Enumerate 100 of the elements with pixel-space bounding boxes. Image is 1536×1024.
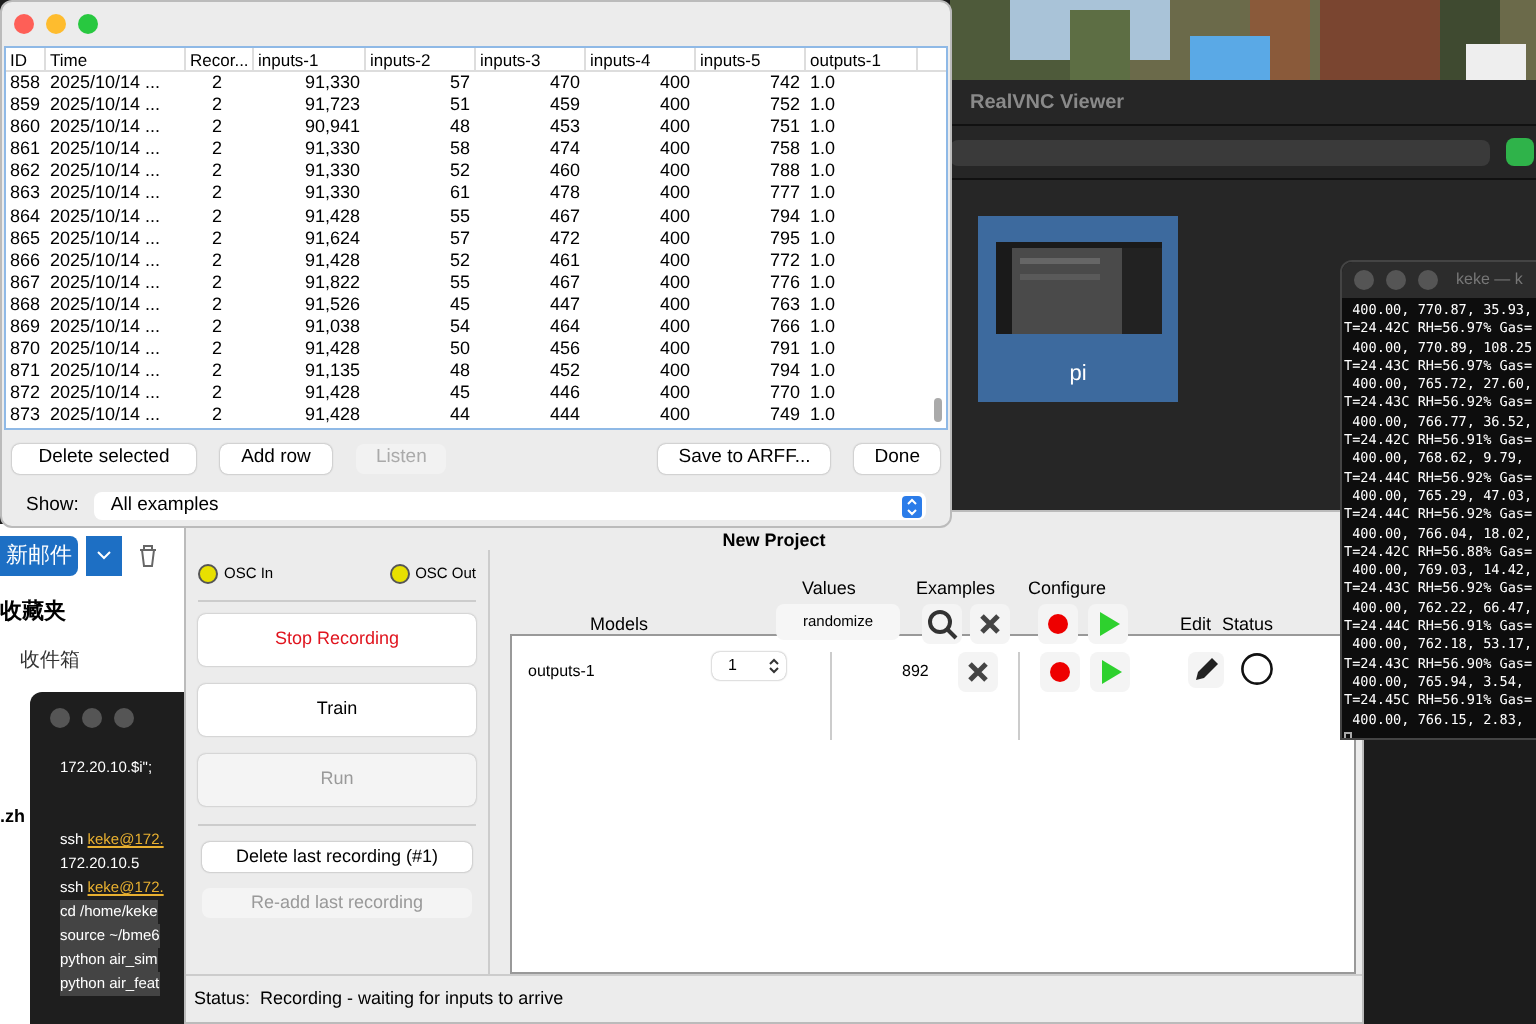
table-cell-text: 1.0 [808, 360, 838, 383]
table-cell-text: 456 [547, 338, 582, 361]
table-cell-text: 2025/10/14 ... [48, 271, 163, 294]
column-heading: Values [802, 576, 856, 602]
table-cell-text: 2025/10/14 ... [48, 382, 163, 405]
table-cell-text: 758 [767, 138, 802, 161]
table-cell-text: 470 [547, 72, 582, 95]
column-header[interactable]: ID [6, 48, 46, 70]
table-cell-text: 2 [209, 360, 224, 383]
table-cell-text: 400 [657, 72, 692, 95]
chevron-down-icon[interactable] [86, 536, 122, 576]
table-cell-text: 863 [8, 182, 43, 206]
scrollbar-thumb[interactable] [934, 398, 942, 422]
table-cell-text: 55 [447, 271, 472, 294]
column-header[interactable]: inputs-3 [476, 48, 586, 70]
table-cell-text: 794 [767, 360, 802, 383]
recording-button[interactable]: Delete last recording (#1) [202, 842, 472, 872]
record-icon[interactable] [1038, 604, 1078, 644]
table-cell-text: 51 [447, 94, 472, 117]
table-cell-text: 400 [657, 227, 692, 250]
model-name: outputs-1 [526, 660, 597, 684]
table-cell-text: 2 [209, 316, 224, 339]
table-cell-text: 1.0 [808, 249, 838, 272]
table-cell-text: 400 [657, 205, 692, 228]
delete-button[interactable]: Delete selected [12, 444, 196, 474]
table-cell-text: 763 [767, 293, 802, 317]
record-icon[interactable] [1040, 652, 1081, 692]
pencil-icon[interactable] [1188, 652, 1225, 688]
table-cell-text: 474 [547, 138, 582, 161]
table-cell-text: 1.0 [808, 338, 838, 361]
column-header[interactable]: Time [46, 48, 186, 70]
table-cell-text: 1.0 [808, 72, 838, 95]
play-icon[interactable] [1088, 604, 1128, 644]
column-header[interactable]: inputs-1 [254, 48, 366, 70]
table-cell-text: 2 [209, 182, 224, 206]
table-cell-text: 91,624 [302, 227, 362, 250]
table-cell-text: 2025/10/14 ... [48, 316, 163, 339]
delete-icon[interactable] [958, 652, 999, 692]
table-cell-text: 1.0 [808, 94, 838, 117]
table-cell-text: 1.0 [808, 382, 838, 405]
table-cell-text: 860 [8, 116, 43, 139]
trash-icon[interactable] [138, 544, 158, 568]
value-spinner[interactable]: 1 [712, 652, 786, 680]
column-heading: Configure [1028, 576, 1107, 602]
computer-tile[interactable]: pi [978, 216, 1178, 402]
connect-icon[interactable] [1506, 138, 1534, 166]
table-cell-text: 871 [8, 360, 43, 383]
table-cell-text: 91,428 [302, 382, 362, 405]
table-cell-text: 453 [547, 116, 582, 139]
table-cell-text: 2 [209, 227, 224, 250]
action-button[interactable]: Stop Recording [198, 614, 476, 666]
column-header[interactable]: outputs-1 [806, 48, 918, 70]
play-icon[interactable] [1090, 652, 1131, 692]
table-cell-text: 749 [767, 404, 802, 427]
table-cell-text: 52 [447, 160, 472, 183]
chevron-updown-icon [902, 495, 922, 518]
column-header[interactable]: Recor... [186, 48, 254, 70]
table-cell-text: 44 [447, 404, 472, 427]
table-cell-text: 444 [547, 404, 582, 427]
table-cell-text: 400 [657, 316, 692, 339]
table-cell-text: 2 [209, 271, 224, 294]
table-cell-text: 867 [8, 271, 43, 294]
table-cell-text: 90,941 [302, 116, 362, 139]
folder-item[interactable]: 收件箱 [20, 645, 80, 675]
column-heading: Edit [1180, 612, 1212, 638]
add-button[interactable]: Add row [220, 444, 332, 474]
table-cell-text: 2 [209, 205, 224, 228]
table-cell-text: 865 [8, 227, 43, 250]
table-cell-text: 794 [767, 205, 802, 228]
table-cell-text: 2025/10/14 ... [48, 249, 163, 272]
new-mail-button[interactable]: 新邮件 [0, 536, 78, 576]
show-dropdown[interactable]: All examples [94, 492, 926, 521]
table-cell-text: 400 [657, 94, 692, 117]
show-label: Show: [26, 492, 79, 520]
table-cell-text: 400 [657, 404, 692, 427]
search-field[interactable] [950, 139, 1490, 165]
computer-name: pi [1069, 360, 1087, 390]
table-cell-text: 400 [657, 271, 692, 294]
table-cell-text: 460 [547, 160, 582, 183]
search-icon[interactable] [922, 604, 962, 644]
table-cell-text: 1.0 [808, 271, 838, 294]
table-cell-text: 2025/10/14 ... [48, 116, 163, 139]
table-cell-text: 2 [209, 404, 224, 427]
table-cell-text: 91,135 [302, 360, 362, 383]
column-header[interactable]: inputs-4 [586, 48, 696, 70]
done-button[interactable]: Done [854, 444, 940, 474]
save-button[interactable]: Save to ARFF... [658, 444, 831, 474]
column-header[interactable]: inputs-2 [366, 48, 476, 70]
table-cell-text: 770 [767, 382, 802, 405]
action-button[interactable]: Train [198, 684, 476, 736]
window-title: keke — k [1456, 268, 1523, 292]
column-header[interactable]: inputs-5 [696, 48, 806, 70]
table-cell-text: 91,038 [302, 316, 362, 339]
table-cell-text: 400 [657, 116, 692, 139]
delete-icon[interactable] [970, 604, 1010, 644]
table-cell-text: 862 [8, 160, 43, 183]
window-title: RealVNC Viewer [970, 89, 1125, 117]
table-cell-text: 48 [447, 116, 472, 139]
table-cell-text: 447 [547, 293, 582, 317]
table-cell-text: 446 [547, 382, 582, 405]
